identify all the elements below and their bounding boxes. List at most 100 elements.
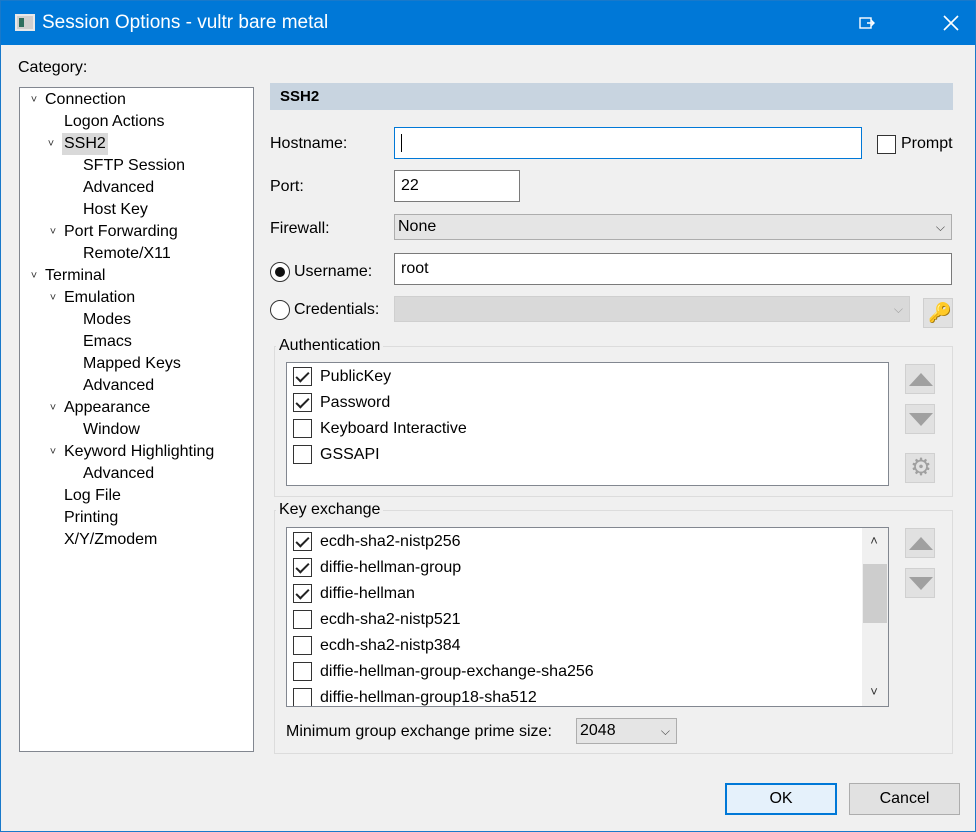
auth-move-down-button[interactable] — [905, 404, 935, 434]
tree-item[interactable]: Printing — [64, 507, 118, 529]
category-tree[interactable]: ˅ Connection Logon Actions ˅ SSH2 SFTP Sessio… — [19, 87, 254, 752]
tree-item-label: Keyword Highlighting — [64, 443, 215, 460]
chevron-down-icon[interactable]: ˅ — [46, 221, 60, 243]
restore-icon[interactable] — [853, 9, 881, 37]
credentials-radio[interactable] — [270, 300, 290, 320]
username-radio[interactable] — [270, 262, 290, 282]
tree-item[interactable]: Mapped Keys — [83, 353, 181, 375]
tree-item[interactable]: Advanced — [83, 463, 154, 485]
arrow-up-icon — [909, 537, 933, 550]
tree-item-label: Logon Actions — [64, 113, 165, 130]
port-input[interactable]: 22 — [394, 170, 520, 202]
key-exchange-scrollbar[interactable]: ˄ ˅ — [862, 528, 888, 706]
list-item-checkbox[interactable] — [293, 687, 312, 706]
hostname-input[interactable] — [394, 127, 862, 159]
chevron-down-icon[interactable]: ˅ — [46, 397, 60, 419]
kex-move-down-button[interactable] — [905, 568, 935, 598]
list-item[interactable]: Keyboard Interactive — [293, 416, 467, 442]
username-input[interactable]: root — [394, 253, 952, 285]
kex-move-up-button[interactable] — [905, 528, 935, 558]
ok-button[interactable]: OK — [725, 783, 837, 815]
min-prime-label: Minimum group exchange prime size: — [286, 723, 552, 740]
close-icon[interactable] — [937, 9, 965, 37]
list-item[interactable]: diffie-hellman-group — [293, 555, 461, 581]
chevron-down-icon[interactable]: ˅ — [46, 441, 60, 463]
category-label: Category: — [18, 59, 88, 76]
list-item[interactable]: ecdh-sha2-nistp256 — [293, 529, 461, 555]
auth-settings-button[interactable]: ⚙ — [905, 453, 935, 483]
key-icon: 🔑 — [928, 303, 952, 324]
list-item-checkbox[interactable] — [293, 444, 312, 464]
list-item[interactable]: diffie-hellman — [293, 581, 415, 607]
firewall-label: Firewall: — [270, 220, 330, 237]
scrollbar-thumb[interactable] — [863, 564, 887, 623]
app-icon — [15, 14, 35, 31]
session-options-dialog: Session Options - vultr bare metal Categ… — [0, 0, 976, 832]
authentication-list[interactable]: PublicKey Password Keyboard Interactive GSS… — [286, 362, 889, 486]
list-item-label: Keyboard Interactive — [320, 420, 467, 437]
tree-item[interactable]: ˅ Keyword Highlighting — [50, 441, 215, 463]
tree-item[interactable]: SFTP Session — [83, 155, 185, 177]
chevron-down-icon[interactable]: ˅ — [27, 265, 41, 287]
list-item-checkbox[interactable] — [293, 609, 312, 629]
list-item[interactable]: ecdh-sha2-nistp384 — [293, 633, 461, 659]
list-item[interactable]: diffie-hellman-group-exchange-sha256 — [293, 659, 594, 685]
min-prime-select[interactable]: 2048 ⌵ — [576, 718, 677, 744]
tree-item[interactable]: Advanced — [83, 177, 154, 199]
list-item-label: diffie-hellman-group18-sha512 — [320, 689, 537, 706]
tree-item[interactable]: Log File — [64, 485, 121, 507]
tree-item-label: SSH2 — [64, 135, 106, 152]
prompt-checkbox[interactable] — [877, 135, 896, 154]
tree-item[interactable]: Modes — [83, 309, 131, 331]
credentials-key-button[interactable]: 🔑 — [923, 298, 953, 328]
tree-item[interactable]: ˅ Connection — [31, 89, 126, 111]
tree-item[interactable]: Window — [83, 419, 140, 441]
list-item[interactable]: GSSAPI — [293, 442, 380, 468]
cancel-button[interactable]: Cancel — [849, 783, 960, 815]
tree-item[interactable]: ˅ Terminal — [31, 265, 106, 287]
list-item-checkbox[interactable] — [293, 531, 312, 551]
tree-item[interactable]: X/Y/Zmodem — [64, 529, 157, 551]
title-bar: Session Options - vultr bare metal — [1, 1, 975, 45]
tree-item-label: Remote/X11 — [83, 245, 171, 262]
key-exchange-list[interactable]: ecdh-sha2-nistp256 diffie-hellman-group di… — [286, 527, 889, 707]
tree-item[interactable]: Emacs — [83, 331, 132, 353]
tree-item[interactable]: ˅ Appearance — [50, 397, 151, 419]
list-item-checkbox[interactable] — [293, 418, 312, 438]
tree-item-label: Window — [83, 421, 140, 438]
list-item-checkbox[interactable] — [293, 583, 312, 603]
tree-item[interactable]: Logon Actions — [64, 111, 165, 133]
chevron-down-icon[interactable]: ˅ — [46, 287, 60, 309]
list-item-checkbox[interactable] — [293, 392, 312, 412]
chevron-down-icon: ⌵ — [660, 724, 670, 738]
list-item[interactable]: Password — [293, 390, 390, 416]
tree-item-label: Modes — [83, 311, 132, 328]
list-item-checkbox[interactable] — [293, 557, 312, 577]
list-item-label: ecdh-sha2-nistp384 — [320, 637, 461, 654]
tree-item[interactable]: ˅ Emulation — [50, 287, 135, 309]
firewall-select[interactable]: None ⌵ — [394, 214, 952, 240]
list-item-checkbox[interactable] — [293, 661, 312, 681]
tree-item[interactable]: Host Key — [83, 199, 148, 221]
credentials-select[interactable]: ⌵ — [394, 296, 910, 322]
scroll-up-icon[interactable]: ˄ — [862, 530, 886, 552]
tree-item-label: SFTP Session — [83, 157, 185, 174]
tree-item[interactable]: ˅ Port Forwarding — [50, 221, 178, 243]
tree-item-label: Emacs — [83, 333, 132, 350]
scroll-down-icon[interactable]: ˅ — [862, 681, 886, 703]
list-item-checkbox[interactable] — [293, 366, 312, 386]
tree-item-label: Appearance — [64, 399, 151, 416]
tree-item[interactable]: ˅ SSH2 — [48, 133, 108, 155]
authentication-title: Authentication — [276, 337, 384, 355]
tree-item[interactable]: Advanced — [83, 375, 154, 397]
chevron-down-icon[interactable]: ˅ — [44, 133, 58, 155]
firewall-value: None — [398, 218, 437, 235]
list-item[interactable]: diffie-hellman-group18-sha512 — [293, 685, 537, 706]
list-item-checkbox[interactable] — [293, 635, 312, 655]
list-item[interactable]: ecdh-sha2-nistp521 — [293, 607, 461, 633]
arrow-down-icon — [909, 413, 933, 426]
list-item[interactable]: PublicKey — [293, 364, 391, 390]
tree-item[interactable]: Remote/X11 — [83, 243, 171, 265]
chevron-down-icon[interactable]: ˅ — [27, 89, 41, 111]
auth-move-up-button[interactable] — [905, 364, 935, 394]
